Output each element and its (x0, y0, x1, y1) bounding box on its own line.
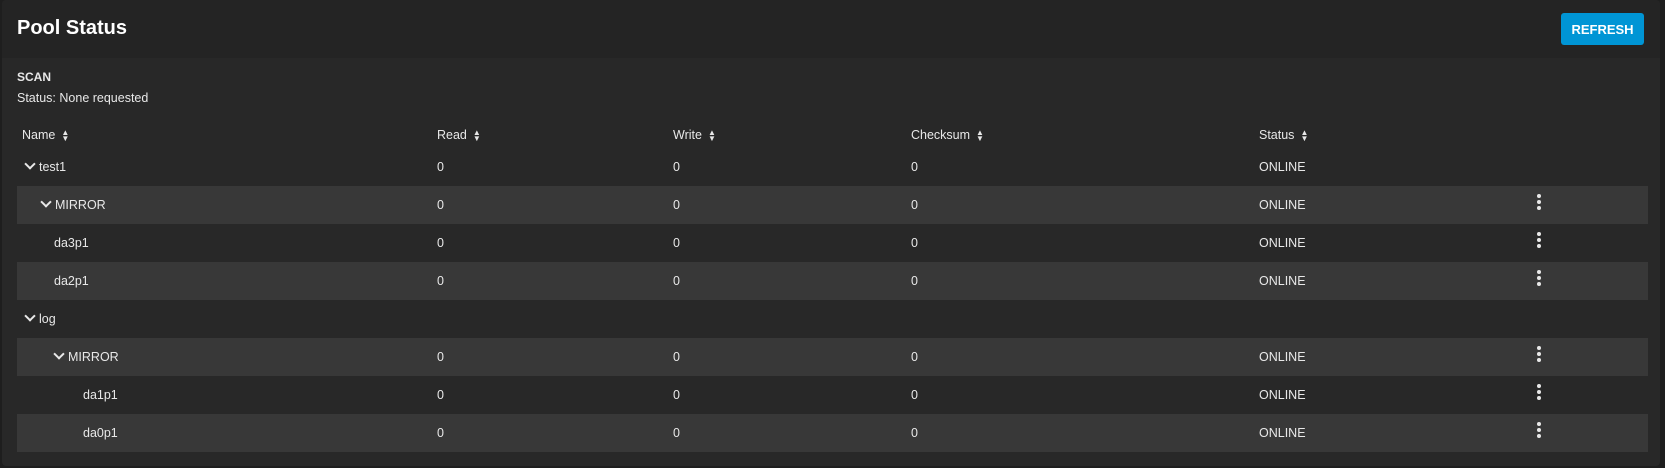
row-read: 0 (437, 350, 444, 364)
table-row[interactable]: da1p1 0 0 0 ONLINE (17, 376, 1648, 414)
sort-icon: ▲ ▼ (1300, 128, 1309, 144)
more-vert-icon[interactable] (1533, 231, 1545, 251)
row-name: da0p1 (83, 426, 118, 440)
table-row[interactable]: da2p1 0 0 0 ONLINE (17, 262, 1648, 300)
chevron-down-icon[interactable] (40, 196, 52, 208)
more-vert-icon[interactable] (1533, 383, 1545, 403)
row-name: da1p1 (83, 388, 118, 402)
row-write: 0 (673, 160, 680, 174)
row-read: 0 (437, 236, 444, 250)
sort-icon: ▲ ▼ (976, 128, 984, 144)
scan-label: SCAN (17, 70, 52, 84)
row-name-text: MIRROR (68, 350, 119, 364)
row-checksum: 0 (911, 236, 918, 250)
row-checksum: 0 (911, 160, 918, 174)
row-read: 0 (437, 388, 444, 402)
row-read: 0 (437, 274, 444, 288)
sort-icon: ▲ ▼ (472, 128, 481, 144)
row-checksum: 0 (911, 274, 918, 288)
row-write: 0 (673, 274, 680, 288)
header-write[interactable]: Write ▲ ▼ (673, 128, 716, 144)
more-vert-icon[interactable] (1533, 269, 1545, 289)
row-read: 0 (437, 198, 444, 212)
row-write: 0 (673, 426, 680, 440)
refresh-button[interactable]: REFRESH (1561, 13, 1644, 45)
more-vert-icon[interactable] (1533, 421, 1545, 441)
more-vert-icon[interactable] (1533, 193, 1545, 213)
row-checksum: 0 (911, 388, 918, 402)
row-name: MIRROR (53, 348, 119, 364)
table-row[interactable]: test1 0 0 0 ONLINE (17, 148, 1648, 186)
row-status: ONLINE (1259, 198, 1306, 212)
header-read[interactable]: Read ▲ ▼ (437, 128, 481, 144)
table-header: Name ▲ ▼ Read ▲ ▼ Write ▲ ▼ Checksum ▲ ▼ Status ▲… (17, 122, 1648, 148)
row-status: ONLINE (1259, 350, 1306, 364)
row-status: ONLINE (1259, 388, 1306, 402)
row-read: 0 (437, 160, 444, 174)
table-row[interactable]: MIRROR 0 0 0 ONLINE (17, 338, 1648, 376)
row-name-text: da1p1 (83, 388, 118, 402)
header-checksum[interactable]: Checksum ▲ ▼ (911, 128, 984, 144)
header-label: Write (673, 128, 702, 142)
row-name: da2p1 (54, 274, 89, 288)
row-name-text: da3p1 (54, 236, 89, 250)
row-write: 0 (673, 350, 680, 364)
table-row[interactable]: da0p1 0 0 0 ONLINE (17, 414, 1648, 452)
row-checksum: 0 (911, 426, 918, 440)
table-row[interactable]: MIRROR 0 0 0 ONLINE (17, 186, 1648, 224)
chevron-down-icon[interactable] (53, 348, 65, 360)
row-checksum: 0 (911, 350, 918, 364)
page-title: Pool Status (17, 17, 128, 39)
scan-status: Status: None requested (17, 91, 149, 105)
row-name: MIRROR (40, 196, 106, 212)
header-label: Status (1259, 128, 1295, 142)
sort-icon: ▲ ▼ (61, 128, 70, 144)
row-status: ONLINE (1259, 160, 1306, 174)
row-name-text: test1 (39, 160, 67, 174)
row-write: 0 (673, 388, 680, 402)
row-read: 0 (437, 426, 444, 440)
row-name: da3p1 (54, 236, 89, 250)
row-name-text: da2p1 (54, 274, 89, 288)
header-status[interactable]: Status ▲ ▼ (1259, 128, 1309, 144)
header-name[interactable]: Name ▲ ▼ (22, 128, 70, 144)
row-status: ONLINE (1259, 274, 1306, 288)
chevron-down-icon[interactable] (24, 158, 36, 170)
row-name: test1 (24, 158, 67, 174)
header-label: Checksum (911, 128, 971, 142)
header-label: Name (22, 128, 56, 142)
row-name-text: log (39, 312, 56, 326)
pool-status-card: Pool Status REFRESH SCAN Status: None re… (2, 0, 1660, 466)
row-name: log (24, 310, 56, 326)
chevron-down-icon[interactable] (24, 310, 36, 322)
sort-icon: ▲ ▼ (707, 128, 716, 144)
card-header: Pool Status REFRESH (2, 0, 1660, 58)
row-name-text: MIRROR (55, 198, 106, 212)
header-label: Read (437, 128, 467, 142)
row-checksum: 0 (911, 198, 918, 212)
row-write: 0 (673, 236, 680, 250)
row-name-text: da0p1 (83, 426, 118, 440)
row-status: ONLINE (1259, 236, 1306, 250)
more-vert-icon[interactable] (1533, 345, 1545, 365)
row-write: 0 (673, 198, 680, 212)
row-status: ONLINE (1259, 426, 1306, 440)
table-row[interactable]: log (17, 300, 1648, 338)
table-row[interactable]: da3p1 0 0 0 ONLINE (17, 224, 1648, 262)
